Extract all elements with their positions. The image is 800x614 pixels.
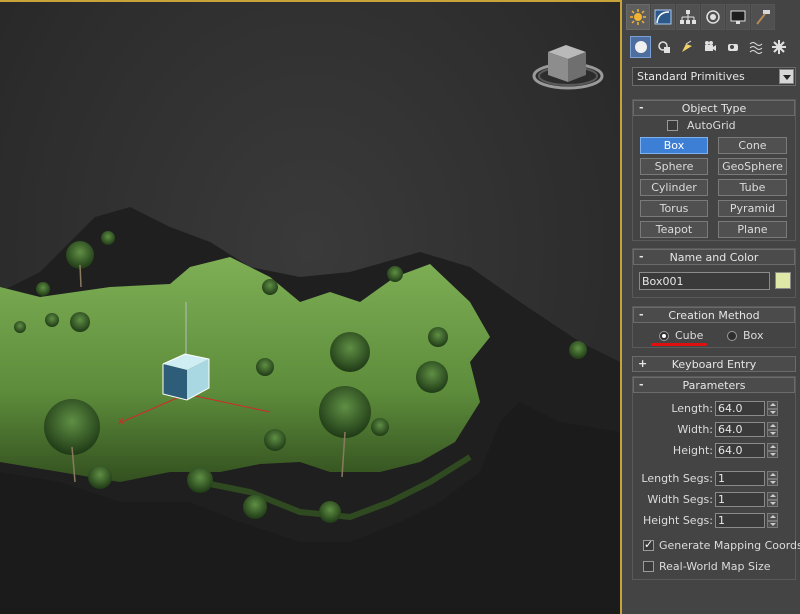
object-type-header[interactable]: - Object Type (633, 100, 795, 116)
parameters-rollout: - Parameters Length: 64.0 Width: 64.0 He… (632, 376, 800, 580)
height-segs-label: Height Segs: (642, 514, 713, 527)
systems-gear-icon (771, 40, 786, 54)
plane-button[interactable]: Plane (718, 221, 787, 238)
pyramid-button[interactable]: Pyramid (718, 200, 787, 217)
display-monitor-icon (730, 10, 746, 24)
create-sun-icon (630, 9, 646, 25)
teapot-button[interactable]: Teapot (640, 221, 708, 238)
cube-radio[interactable] (659, 331, 669, 341)
collapse-minus-icon: - (639, 308, 644, 321)
geometry-sphere-icon (634, 41, 647, 53)
length-segs-spinner[interactable] (767, 471, 778, 486)
width-input[interactable]: 64.0 (715, 422, 765, 437)
perspective-viewport[interactable]: x (0, 0, 622, 614)
box-radio[interactable] (727, 331, 737, 341)
camera-icon (704, 41, 716, 51)
cylinder-button[interactable]: Cylinder (640, 179, 708, 196)
terrain-scene: x (0, 45, 620, 614)
motion-tab[interactable] (701, 4, 725, 30)
keyboard-entry-rollout: + Keyboard Entry (632, 356, 796, 373)
parameters-header[interactable]: - Parameters (633, 377, 795, 393)
creation-method-header[interactable]: - Creation Method (633, 307, 795, 323)
hierarchy-tab[interactable] (676, 4, 700, 30)
create-tab[interactable] (626, 4, 650, 30)
height-label: Height: (672, 444, 713, 457)
category-dropdown-value: Standard Primitives (637, 70, 745, 83)
height-segs-spinner[interactable] (767, 513, 778, 528)
generate-mapping-label: Generate Mapping Coords. (659, 539, 800, 552)
object-type-title: Object Type (681, 101, 747, 115)
utilities-tab[interactable] (751, 4, 775, 30)
sphere-button[interactable]: Sphere (640, 158, 708, 175)
modify-tab[interactable] (651, 4, 675, 30)
geosphere-button[interactable]: GeoSphere (718, 158, 787, 175)
height-spinner[interactable] (767, 443, 778, 458)
lights-icon (681, 40, 692, 52)
shapes-subtab[interactable] (653, 36, 674, 58)
dropdown-arrow-icon[interactable] (779, 69, 794, 84)
geometry-subtab[interactable] (630, 36, 651, 58)
category-dropdown[interactable]: Standard Primitives (632, 67, 796, 86)
modify-curve-icon (654, 9, 672, 25)
space-warps-wave-icon (749, 42, 762, 54)
length-label: Length: (671, 402, 713, 415)
width-segs-spinner[interactable] (767, 492, 778, 507)
width-segs-label: Width Segs: (647, 493, 713, 506)
helpers-subtab[interactable] (722, 36, 743, 58)
object-name-input[interactable] (639, 272, 770, 290)
tube-button[interactable]: Tube (718, 179, 787, 196)
object-color-swatch[interactable] (775, 272, 791, 289)
creation-method-rollout: - Creation Method Cube Box (632, 306, 796, 348)
generate-mapping-checkbox[interactable] (643, 538, 654, 551)
keyboard-entry-header[interactable]: + Keyboard Entry (632, 356, 796, 372)
display-tab[interactable] (726, 4, 750, 30)
name-and-color-title: Name and Color (669, 250, 759, 264)
red-highlight-underline (651, 343, 707, 346)
helpers-tape-icon (727, 44, 738, 51)
cone-button[interactable]: Cone (718, 137, 787, 154)
height-segs-input[interactable]: 1 (715, 513, 765, 528)
object-type-rollout: - Object Type AutoGrid Box Cone Sphere G… (632, 99, 796, 241)
keyboard-entry-title: Keyboard Entry (671, 357, 757, 371)
hierarchy-icon (680, 10, 696, 24)
systems-subtab[interactable] (768, 36, 789, 58)
autogrid-checkbox[interactable] (667, 120, 678, 131)
utilities-hammer-icon (756, 10, 770, 25)
real-world-map-size-label: Real-World Map Size (659, 560, 771, 573)
cameras-subtab[interactable] (699, 36, 720, 58)
lights-subtab[interactable] (676, 36, 697, 58)
height-input[interactable]: 64.0 (715, 443, 765, 458)
autogrid-label: AutoGrid (687, 119, 736, 132)
motion-icon (706, 10, 720, 24)
length-segs-label: Length Segs: (641, 472, 713, 485)
width-spinner[interactable] (767, 422, 778, 437)
cube-radio-label: Cube (675, 329, 704, 342)
expand-plus-icon: + (638, 357, 648, 370)
command-panel: Standard Primitives - Object Type AutoGr… (622, 0, 800, 614)
box-radio-label: Box (743, 329, 764, 342)
box-button[interactable]: Box (640, 137, 708, 154)
width-label: Width: (677, 423, 713, 436)
collapse-minus-icon: - (639, 101, 644, 114)
name-and-color-rollout: - Name and Color (632, 248, 796, 298)
length-spinner[interactable] (767, 401, 778, 416)
command-panel-tabs (626, 4, 798, 30)
space-warps-subtab[interactable] (745, 36, 766, 58)
width-segs-input[interactable]: 1 (715, 492, 765, 507)
name-and-color-header[interactable]: - Name and Color (633, 249, 795, 265)
viewcube (532, 45, 604, 90)
torus-button[interactable]: Torus (640, 200, 708, 217)
create-category-tabs (630, 36, 798, 60)
collapse-minus-icon: - (639, 250, 644, 263)
creation-method-title: Creation Method (668, 308, 760, 322)
shapes-icon (657, 41, 670, 53)
real-world-map-size-checkbox[interactable] (643, 561, 654, 572)
parameters-title: Parameters (682, 378, 746, 392)
length-input[interactable]: 64.0 (715, 401, 765, 416)
gizmo-x-label: x (118, 416, 124, 427)
collapse-minus-icon: - (639, 378, 644, 391)
length-segs-input[interactable]: 1 (715, 471, 765, 486)
